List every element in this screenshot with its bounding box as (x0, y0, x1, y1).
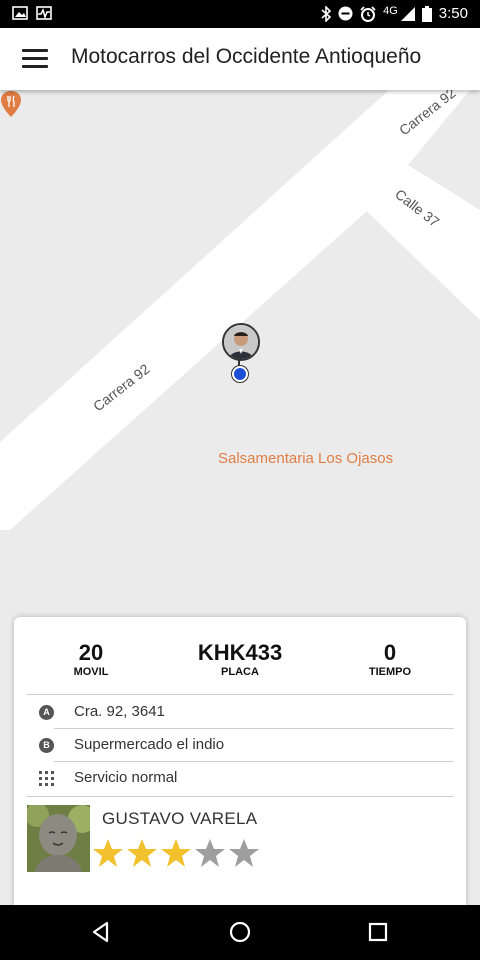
battery-icon (421, 5, 432, 22)
back-icon[interactable] (88, 919, 114, 945)
movil-label: MOVIL (73, 666, 109, 678)
recents-icon[interactable] (365, 919, 391, 945)
bluetooth-icon (321, 5, 332, 22)
service-row: Servicio normal (26, 762, 454, 794)
do-not-disturb-icon (338, 6, 353, 21)
placa-label: PLACA (221, 666, 259, 678)
stat-movil: 20 MOVIL (31, 641, 151, 679)
driver-photo (27, 805, 90, 872)
star-filled-icon (161, 839, 191, 867)
status-bar: 4G 3:50 (0, 0, 480, 28)
star-empty-icon (229, 839, 259, 867)
stat-tiempo: 0 TIEMPO (330, 641, 450, 679)
origin-address: Cra. 92, 3641 (74, 703, 165, 720)
restaurant-icon[interactable] (0, 90, 22, 118)
network-type: 4G (383, 4, 398, 17)
home-icon[interactable] (227, 919, 253, 945)
map-view[interactable]: Carrera 92 Calle 37 Carrera 92 Salsament… (0, 90, 480, 615)
star-filled-icon (93, 839, 123, 867)
movil-value: 20 (78, 640, 104, 665)
tiempo-label: TIEMPO (368, 666, 412, 678)
hamburger-menu-icon[interactable] (22, 49, 48, 69)
driver-map-avatar[interactable] (222, 323, 260, 361)
poi-label[interactable]: Salsamentaria Los Ojasos (218, 450, 393, 467)
activity-icon (36, 6, 52, 20)
clock: 3:50 (438, 5, 468, 22)
grid-icon (39, 771, 54, 786)
driver-info: GUSTAVO VARELA (26, 805, 454, 877)
navigation-bar (0, 905, 480, 960)
star-filled-icon (127, 839, 157, 867)
signal-icon (400, 6, 415, 21)
star-empty-icon (195, 839, 225, 867)
divider (26, 694, 454, 695)
destination-marker-icon: B (39, 738, 54, 753)
current-location-dot (232, 366, 248, 382)
alarm-icon (360, 5, 376, 22)
service-type: Servicio normal (74, 769, 178, 786)
image-icon (12, 6, 28, 20)
tiempo-value: 0 (383, 640, 397, 665)
destination-row: B Supermercado el indio (26, 729, 454, 761)
placa-value: KHK433 (197, 640, 283, 665)
app-title: Motocarros del Occidente Antioqueño (71, 45, 422, 68)
trip-info-card: 20 MOVIL KHK433 PLACA 0 TIEMPO A Cra. 92… (14, 617, 466, 917)
destination-address: Supermercado el indio (74, 736, 225, 753)
driver-rating (92, 837, 260, 869)
origin-row: A Cra. 92, 3641 (26, 696, 454, 728)
divider (26, 796, 454, 797)
origin-marker-icon: A (39, 705, 54, 720)
app-bar: Motocarros del Occidente Antioqueño (0, 28, 480, 90)
driver-name: GUSTAVO VARELA (102, 809, 258, 828)
trip-stats: 20 MOVIL KHK433 PLACA 0 TIEMPO (14, 641, 466, 689)
stat-placa: KHK433 PLACA (180, 641, 300, 679)
